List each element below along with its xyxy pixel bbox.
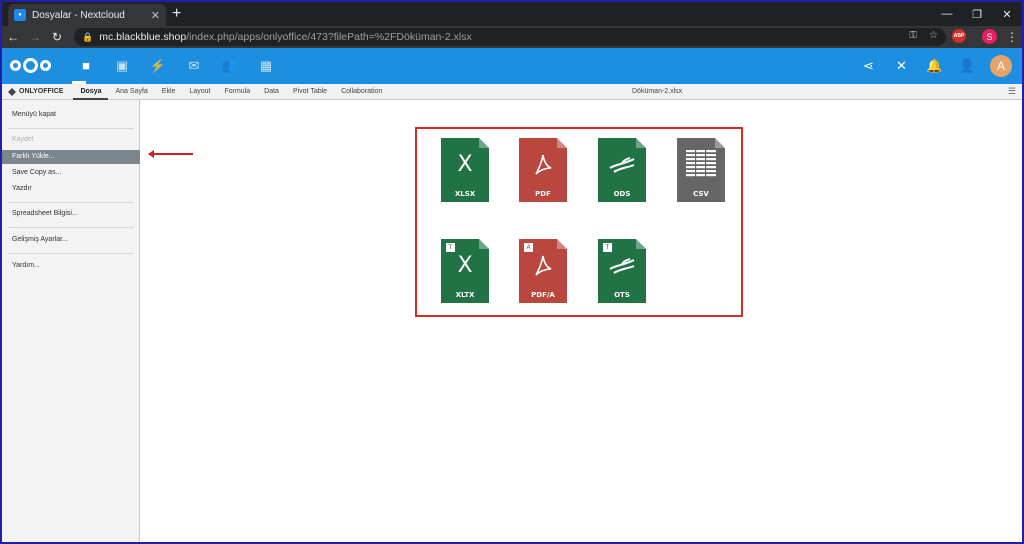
nextcloud-favicon-icon: ● [14,9,26,21]
close-window-icon[interactable]: ✕ [992,2,1022,26]
csv-grid-icon [686,150,716,178]
menu-save-copy-item[interactable]: Save Copy as... [2,166,140,180]
annotation-arrow [148,150,193,158]
file-menu-sidebar: Menüyü kapat Kaydet Farklı Yükle... Save… [2,100,140,542]
forward-icon[interactable]: → [24,30,46,44]
menu-help-item[interactable]: Yardım... [2,259,140,273]
tab-title: Dosyalar - Nextcloud [32,9,125,21]
calendar-app-icon[interactable]: ▦ [248,58,284,74]
reload-icon[interactable]: ↻ [46,30,68,44]
back-icon[interactable]: ← [2,30,24,44]
browser-tab[interactable]: ● Dosyalar - Nextcloud ✕ [8,4,166,26]
tab-formula[interactable]: Formula [217,84,257,100]
format-label: OTS [614,291,630,299]
format-label: CSV [693,190,709,198]
bookmark-star-icon[interactable]: ☆ [929,30,938,41]
tab-close-icon[interactable]: ✕ [151,9,160,22]
mail-app-icon[interactable]: ✉ [176,58,212,74]
openoffice-gull-icon [609,258,635,274]
document-name: Döküman-2.xlsx [632,88,683,95]
onlyoffice-logo-icon [8,87,16,96]
format-label: PDF [535,190,551,198]
menu-icon[interactable]: ☰ [1008,86,1016,97]
onlyoffice-menubar: ONLYOFFICE Dosya Ana Sayfa Ekle Layout F… [2,84,1022,100]
lock-icon: 🔒 [82,31,94,42]
menu-separator [8,227,134,228]
openoffice-gull-icon [609,157,635,173]
format-ots[interactable]: T OTS [598,239,646,303]
tab-collaboration[interactable]: Collaboration [334,84,389,100]
tab-pivot-table[interactable]: Pivot Table [286,84,334,100]
minimize-icon[interactable]: — [932,2,962,26]
menu-info-item[interactable]: Spreadsheet Bilgisi... [2,207,140,221]
template-badge: T [446,243,455,252]
tab-ana-sayfa[interactable]: Ana Sayfa [108,84,154,100]
pdf-acrobat-icon [535,154,552,175]
format-csv[interactable]: CSV [677,138,725,202]
browser-window: ● Dosyalar - Nextcloud ✕ + — ❐ ✕ ← → ↻ 🔒… [0,0,1024,544]
format-ods[interactable]: ODS [598,138,646,202]
format-pdf-a[interactable]: A PDF/A [519,239,567,303]
url-host: mc.blackblue.shop [99,31,187,43]
window-controls: — ❐ ✕ [932,2,1022,26]
onlyoffice-brand: ONLYOFFICE [19,88,64,95]
activity-app-icon[interactable]: ⚡ [140,58,176,74]
tab-data[interactable]: Data [257,84,286,100]
new-tab-button[interactable]: + [172,5,181,23]
menu-close-item[interactable]: Menüyü kapat [2,108,140,122]
restore-icon[interactable]: ❐ [962,2,992,26]
key-icon[interactable]: ⚿ [909,30,917,41]
contacts-menu-icon[interactable]: 👤 [951,58,984,74]
adblock-extension-icon[interactable]: ABP [952,29,966,43]
excel-x-icon: X [457,253,473,278]
download-formats-panel: X XLSX PDF ODS CSV X T XLTX A PDF/A T OTS [415,127,743,317]
format-xltx[interactable]: X T XLTX [441,239,489,303]
profile-avatar[interactable]: S [982,29,997,44]
app-navigation: ■ ▣ ⚡ ✉ 👥 ▦ [68,58,284,74]
nextcloud-header: ■ ▣ ⚡ ✉ 👥 ▦ ⋖ ✕ 🔔 👤 A [2,48,1022,84]
browser-toolbar: ← → ↻ 🔒 mc.blackblue.shop /index.php/app… [2,26,1022,48]
address-bar[interactable]: 🔒 mc.blackblue.shop /index.php/apps/only… [74,28,946,46]
browser-menu-icon[interactable]: ⋮ [1006,29,1018,45]
template-badge: A [524,243,533,252]
menu-save-item: Kaydet [12,136,34,143]
notifications-icon[interactable]: 🔔 [918,58,951,74]
header-right-icons: ⋖ ✕ 🔔 👤 A [852,55,1012,77]
template-badge: T [603,243,612,252]
tab-strip: ● Dosyalar - Nextcloud ✕ + — ❐ ✕ [2,2,1022,26]
format-xlsx[interactable]: X XLSX [441,138,489,202]
format-label: XLTX [455,291,475,299]
files-app-icon[interactable]: ■ [68,58,104,74]
format-label: XLSX [454,190,476,198]
share-icon[interactable]: ⋖ [852,58,885,74]
format-label: PDF/A [531,291,555,299]
tab-dosya[interactable]: Dosya [73,84,109,100]
tab-ekle[interactable]: Ekle [155,84,183,100]
menu-save-as-item[interactable]: Farklı Yükle... [2,150,140,164]
menu-print-item[interactable]: Yazdır [2,182,140,196]
close-editor-icon[interactable]: ✕ [885,58,918,74]
menu-advanced-item[interactable]: Gelişmiş Ayarlar... [2,233,140,247]
photos-app-icon[interactable]: ▣ [104,58,140,74]
menu-separator [8,202,134,203]
format-pdf[interactable]: PDF [519,138,567,202]
pdf-acrobat-icon [535,255,552,276]
tab-layout[interactable]: Layout [182,84,217,100]
excel-x-icon: X [457,152,473,177]
menu-separator [8,253,134,254]
url-path: /index.php/apps/onlyoffice/473?filePath=… [186,31,472,43]
format-label: ODS [613,190,631,198]
contacts-app-icon[interactable]: 👥 [212,58,248,74]
menu-separator [8,128,134,129]
user-avatar[interactable]: A [990,55,1012,77]
nextcloud-logo-icon[interactable] [10,58,51,73]
onlyoffice-logo: ONLYOFFICE [8,87,64,96]
